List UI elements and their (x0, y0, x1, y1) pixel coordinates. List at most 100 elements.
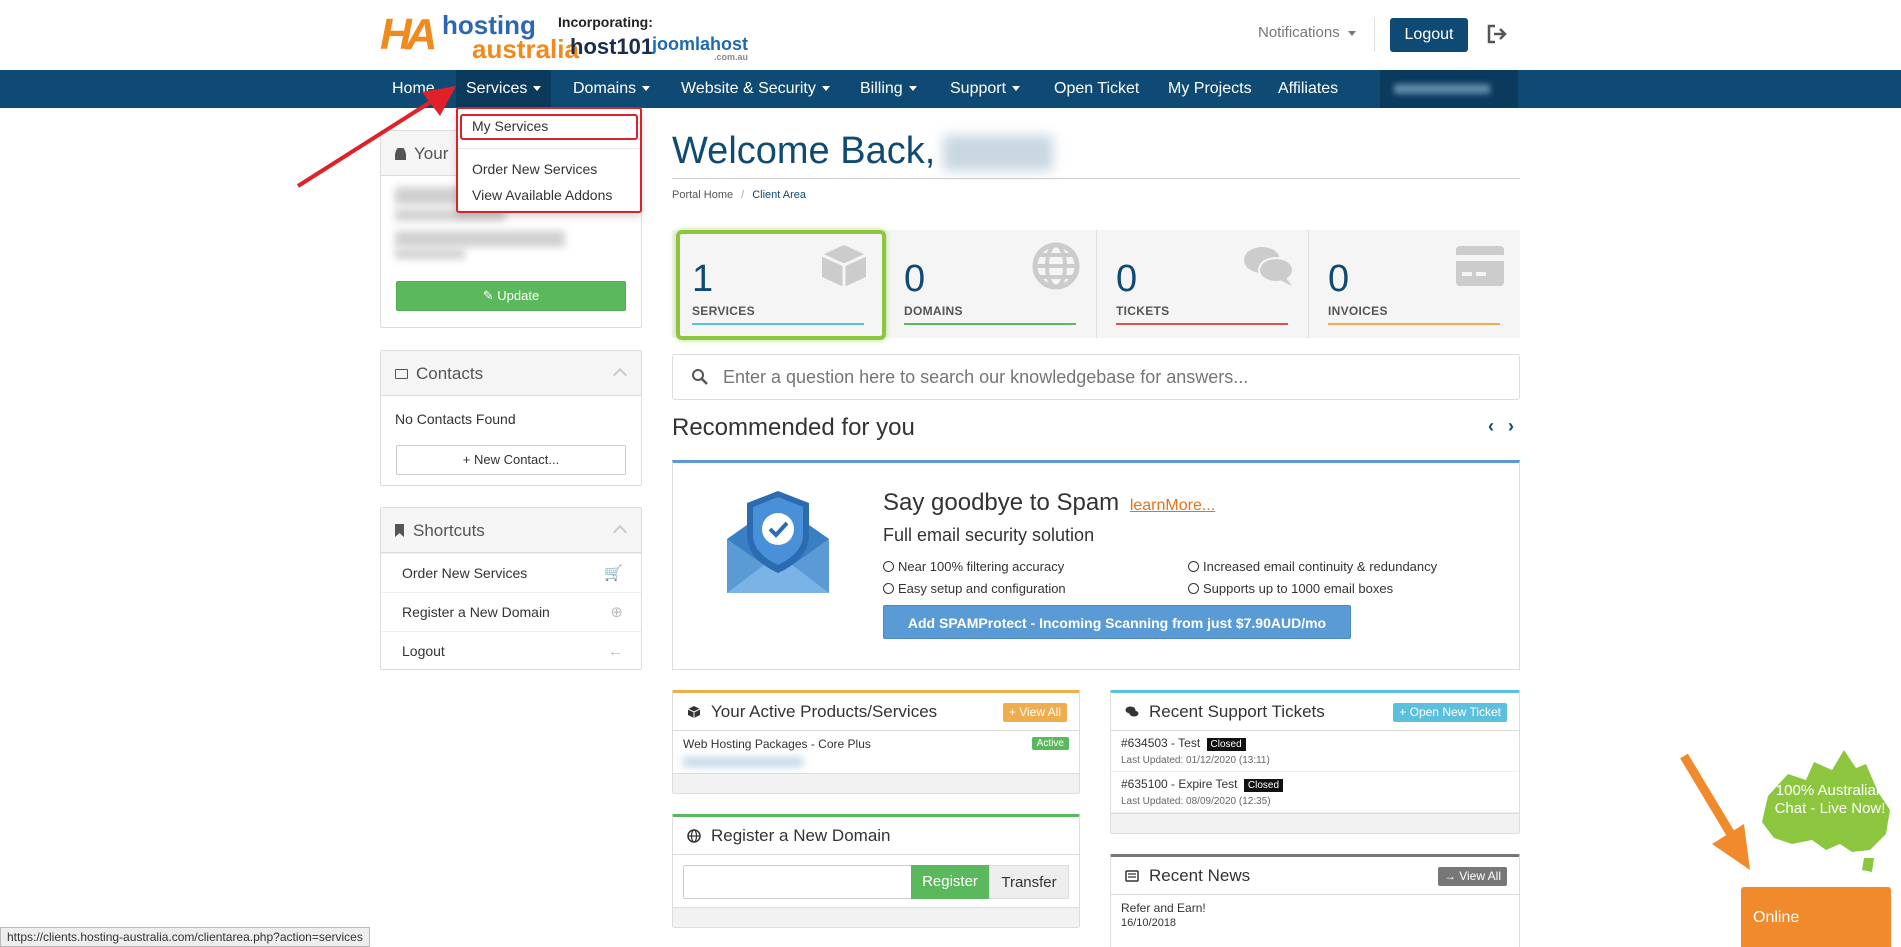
check-circle-icon (883, 583, 894, 594)
chevron-left-icon[interactable]: ‹ (1488, 416, 1502, 436)
status-badge: Closed (1243, 779, 1284, 792)
ticket-title: #635100 - Expire Test Closed (1121, 777, 1284, 792)
live-chat-widget[interactable]: 100% Australian Chat - Live Now! Online (1680, 740, 1901, 947)
kb-search-input[interactable] (723, 363, 1503, 391)
logout-button[interactable]: Logout (1390, 18, 1468, 52)
transfer-button[interactable]: Transfer (989, 865, 1069, 899)
contacts-title: Contacts (416, 364, 484, 383)
check-circle-icon (883, 561, 894, 572)
register-domain-title: Register a New Domain (711, 826, 891, 845)
caret-down-icon (533, 86, 542, 92)
blurred-client-extra (395, 249, 465, 259)
panel-footer (673, 907, 1079, 927)
nav-support[interactable]: Support (950, 70, 1021, 108)
tile-tickets-underline (1116, 323, 1288, 325)
chat-caption: 100% Australian Chat - Live Now! (1770, 782, 1890, 818)
nav-website-security[interactable]: Website & Security (681, 70, 830, 108)
ticket-title-text: #635100 - Expire Test (1121, 777, 1238, 791)
tile-invoices[interactable]: 0 INVOICES (1308, 230, 1520, 338)
browser-status-bar: https://clients.hosting-australia.com/cl… (0, 927, 370, 947)
promo-subtitle: Full email security solution (883, 525, 1095, 545)
nav-billing[interactable]: Billing (860, 70, 917, 108)
tile-domains[interactable]: 0 DOMAINS (884, 230, 1096, 338)
breadcrumb-home[interactable]: Portal Home (672, 189, 733, 201)
status-badge: Active (1031, 737, 1069, 750)
tile-tickets[interactable]: 0 TICKETS (1096, 230, 1308, 338)
chevron-right-icon[interactable]: › (1508, 416, 1522, 436)
new-contact-button[interactable]: + New Contact... (396, 445, 626, 475)
update-button-label: Update (497, 288, 540, 303)
news-item-title[interactable]: Refer and Earn! (1121, 901, 1206, 915)
register-domain-panel: Register a New Domain Register Transfer (672, 814, 1080, 928)
dropdown-item-my-services[interactable]: My Services (460, 114, 638, 140)
cube-icon (687, 706, 701, 718)
view-all-news-button[interactable]: → View All (1437, 867, 1507, 886)
chevron-up-icon[interactable] (612, 524, 628, 540)
ticket-row[interactable]: #635100 - Expire Test Closed Last Update… (1111, 772, 1519, 813)
nav-user-menu[interactable] (1380, 70, 1518, 108)
promo-feature-text: Supports up to 1000 email boxes (1203, 581, 1394, 596)
tile-tickets-count: 0 (1116, 258, 1138, 300)
blurred-first-name (943, 134, 1054, 171)
notifications-dropdown[interactable]: Notifications (1258, 24, 1356, 41)
page: HA hosting australia Incorporating: host… (0, 0, 1901, 947)
nav-open-ticket-label: Open Ticket (1054, 80, 1140, 97)
nav-services-label: Services (466, 80, 528, 97)
brand-logo[interactable]: HA hosting australia Incorporating: host… (380, 8, 770, 64)
comments-icon (1244, 247, 1294, 286)
nav-affiliates-label: Affiliates (1278, 80, 1339, 97)
promo-feature-text: Easy setup and configuration (898, 581, 1066, 596)
services-tile-highlight (676, 230, 886, 340)
newspaper-icon (1125, 870, 1139, 882)
shortcut-register-domain[interactable]: Register a New Domain ⊕ (381, 592, 641, 631)
shortcut-order-new-services[interactable]: Order New Services 🛒 (381, 553, 641, 592)
shortcut-logout[interactable]: Logout ← (381, 631, 641, 670)
contacts-heading[interactable]: Contacts (381, 351, 641, 396)
nav-domains[interactable]: Domains (573, 70, 651, 108)
nav-services[interactable]: Services (456, 70, 552, 108)
product-item[interactable]: Web Hosting Packages - Core Plus (683, 737, 871, 751)
nav-open-ticket[interactable]: Open Ticket (1054, 70, 1139, 108)
dropdown-item-order-new-services[interactable]: Order New Services (472, 161, 597, 177)
dropdown-divider (458, 148, 640, 149)
title-divider (672, 178, 1520, 179)
chat-online-button[interactable]: Online (1741, 887, 1891, 947)
ticket-title: #634503 - Test Closed (1121, 736, 1246, 751)
globe-icon: ⊕ (610, 604, 623, 621)
nav-affiliates[interactable]: Affiliates (1278, 70, 1338, 108)
learn-more-link[interactable]: learnMore... (1130, 497, 1215, 514)
chevron-up-icon[interactable] (612, 367, 628, 383)
ticket-row[interactable]: #634503 - Test Closed Last Updated: 01/1… (1111, 731, 1519, 772)
page-title: Welcome Back, (672, 130, 1054, 173)
open-new-ticket-button[interactable]: + Open New Ticket (1393, 703, 1507, 722)
view-all-products-button[interactable]: + View All (1002, 703, 1067, 722)
domain-search-input[interactable] (683, 865, 911, 899)
add-spamprotect-button[interactable]: Add SPAMProtect - Incoming Scanning from… (883, 605, 1351, 639)
promo-title: Say goodbye to Spam learnMore... (883, 489, 1215, 517)
recent-tickets-heading: Recent Support Tickets + Open New Ticket (1111, 693, 1519, 731)
nav-billing-label: Billing (860, 80, 903, 97)
register-button[interactable]: Register (911, 865, 989, 899)
shortcuts-heading[interactable]: Shortcuts (381, 508, 641, 553)
dropdown-item-view-addons[interactable]: View Available Addons (472, 187, 612, 203)
shortcuts-panel: Shortcuts Order New Services 🛒 Register a… (380, 507, 642, 670)
credit-card-icon (1456, 246, 1504, 286)
recent-tickets-title: Recent Support Tickets (1149, 702, 1325, 721)
nav-my-projects[interactable]: My Projects (1168, 70, 1252, 108)
ticket-updated: Last Updated: 01/12/2020 (13:11) (1121, 755, 1270, 766)
check-circle-icon (1188, 583, 1199, 594)
sign-out-icon[interactable] (1486, 24, 1508, 44)
active-products-heading: Your Active Products/Services + View All (673, 693, 1079, 731)
logo-australia: australia (472, 34, 579, 64)
globe-icon (1032, 242, 1080, 290)
logo-joomlahost: joomlahost .com.au (652, 34, 748, 62)
main-navbar: Home Services Domains Website & Security… (0, 70, 1901, 108)
header-divider (1374, 18, 1375, 52)
tile-domains-label: DOMAINS (904, 304, 963, 318)
active-products-title: Your Active Products/Services (711, 702, 938, 721)
comments-icon (1125, 706, 1139, 717)
promo-feature: Increased email continuity & redundancy (1188, 559, 1437, 574)
services-dropdown-menu: My Services Order New Services View Avai… (456, 107, 642, 213)
update-button[interactable]: ✎ Update (396, 281, 626, 311)
view-all-products-label: View All (1019, 705, 1061, 719)
